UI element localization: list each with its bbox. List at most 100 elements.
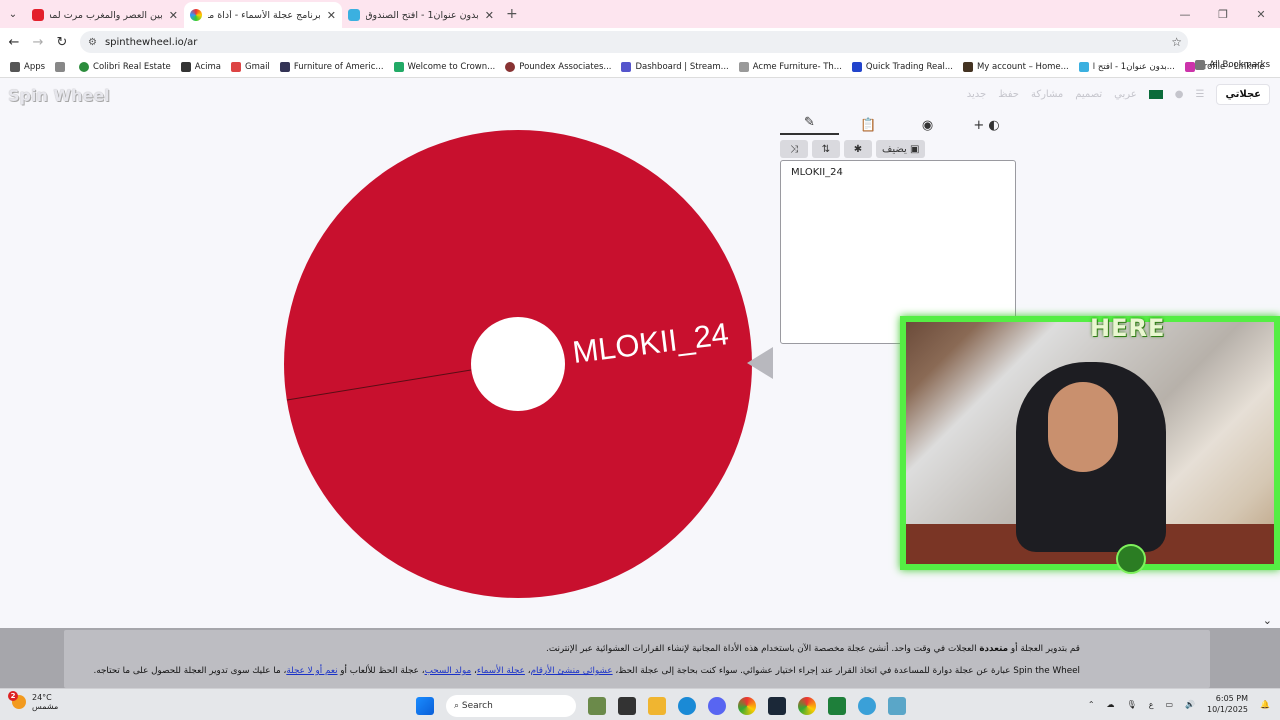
back-button[interactable]: ← [2, 35, 26, 50]
grid-icon[interactable] [55, 61, 69, 72]
network-icon[interactable]: ▭ [1165, 700, 1173, 709]
tray-overflow-icon[interactable]: ⌃ [1088, 700, 1095, 709]
nav-design[interactable]: تصميم [1075, 89, 1102, 100]
browser-tab-strip: ⌄ بين العصر والمغرب مرت لمه خيال ✕ برنام… [0, 0, 1280, 28]
bookmark-item[interactable]: Poundex Associates... [505, 61, 611, 72]
tab-3[interactable]: بدون عنوان1 - افتح الصندوق ✕ [342, 2, 500, 28]
avatar[interactable]: ● [1175, 89, 1184, 100]
tab-search-button[interactable]: ⌄ [0, 0, 26, 28]
notification-bell-icon[interactable]: 🔔 [1260, 700, 1270, 709]
widgets-icon[interactable] [588, 697, 606, 715]
tab-1[interactable]: بين العصر والمغرب مرت لمه خيال ✕ [26, 2, 184, 28]
link-name-wheel[interactable]: عجلة الأسماء [477, 666, 525, 676]
bookmark-item[interactable]: Quick Trading Real... [851, 61, 953, 72]
collapse-chevron-icon[interactable]: ⌄ [1263, 614, 1272, 627]
clock[interactable]: 6:05 PM 10/1/2025 [1207, 693, 1248, 715]
wheel-pointer-arrow [747, 347, 773, 379]
steam-icon[interactable] [768, 697, 786, 715]
footer-area: قم بتدوير العجلة أو متعددة العجلات في وق… [0, 628, 1280, 688]
close-tab-icon[interactable]: ✕ [169, 9, 178, 22]
input-language[interactable]: ع [1149, 700, 1154, 709]
link-random-number[interactable]: عشوائي منشئ الأرقام [531, 666, 613, 676]
menu-icon[interactable]: ☰ [1196, 89, 1205, 100]
streamer-badge-icon [1116, 544, 1146, 574]
bookmark-item[interactable]: Furniture of Americ... [279, 61, 384, 72]
site-logo[interactable]: Spin Wheel [8, 86, 110, 105]
saudi-flag-icon[interactable] [1148, 90, 1163, 99]
chrome-profile-icon[interactable] [798, 697, 816, 715]
bookmark-item[interactable]: Acima [180, 61, 221, 72]
description-line-2: Spin the Wheel عبارة عن عجلة دوارة للمسا… [93, 666, 1080, 676]
close-window-button[interactable]: ✕ [1242, 0, 1280, 28]
new-tab-button[interactable]: + [506, 6, 518, 22]
close-tab-icon[interactable]: ✕ [485, 9, 494, 22]
here-overlay-text: HERE [1090, 314, 1166, 342]
weather-condition: مشمس [32, 702, 59, 711]
app-icon-3[interactable] [888, 697, 906, 715]
search-icon: ⌕ [454, 701, 462, 711]
all-bookmarks[interactable]: All Bookmarks [1195, 60, 1270, 70]
nav-new[interactable]: جديد [967, 89, 986, 100]
file-explorer-icon[interactable] [648, 697, 666, 715]
wheel-favicon-icon [190, 9, 202, 21]
reload-button[interactable]: ↻ [50, 35, 74, 50]
bookmark-star-icon[interactable]: ☆ [1171, 35, 1182, 49]
bookmark-item[interactable]: Dashboard | Stream... [621, 61, 729, 72]
bookmark-item[interactable]: My account – Home... [962, 61, 1069, 72]
nav-save[interactable]: حفظ [998, 89, 1019, 100]
app-icon-2[interactable] [858, 697, 876, 715]
nav-language[interactable]: عربي [1114, 89, 1137, 100]
forward-button[interactable]: → [26, 35, 50, 50]
address-bar-row: ← → ↻ ⚙ spinthewheel.io/ar ☆ ⧉ ⋮ [0, 28, 1280, 77]
bookmark-item[interactable]: Colibri Real Estate [79, 61, 171, 72]
bookmark-apps[interactable]: Apps [10, 61, 45, 72]
edit-pencil-icon[interactable]: ✎ [780, 115, 839, 135]
edge-icon[interactable] [678, 697, 696, 715]
webcam-overlay [900, 316, 1280, 570]
ai-button[interactable]: ✱ [844, 140, 872, 158]
sort-button[interactable]: ⇅ [812, 140, 840, 158]
webcam-video [906, 322, 1274, 564]
bookmark-item[interactable]: Welcome to Crown... [393, 61, 495, 72]
tab-title: بدون عنوان1 - افتح الصندوق [366, 9, 479, 21]
site-info-icon[interactable]: ⚙ [88, 37, 97, 48]
tab-title: بين العصر والمغرب مرت لمه خيال [50, 9, 163, 21]
bookmark-item[interactable]: Gmail [231, 61, 270, 72]
chrome-icon[interactable] [738, 697, 756, 715]
minimize-button[interactable]: — [1166, 0, 1204, 28]
description-box: قم بتدوير العجلة أو متعددة العجلات في وق… [64, 630, 1210, 688]
wheel-center-hub[interactable] [471, 317, 565, 411]
task-view-icon[interactable] [618, 697, 636, 715]
site-top-nav: عجلاتي ☰ ● عربي تصميم مشاركة حفظ جديد [955, 84, 1270, 105]
bookmarks-bar: Apps Colibri Real Estate Acima Gmail Fur… [0, 56, 1280, 78]
bookmark-item[interactable]: Acme Furniture- Th... [738, 61, 842, 72]
bookmark-item[interactable]: بدون عنوان1 - افتح ا... [1078, 61, 1175, 72]
shuffle-button[interactable]: ⤨ [780, 140, 808, 158]
add-color-icon[interactable]: + ◐ [957, 118, 1016, 133]
maximize-button[interactable]: ❐ [1204, 0, 1242, 28]
tab-title: برنامج عجلة الأسماء - أداة مخصصة [208, 9, 321, 21]
streamer-face [1048, 382, 1118, 472]
hide-eye-icon[interactable]: ◉ [898, 118, 957, 133]
sun-icon: 2 [8, 691, 26, 709]
nav-share[interactable]: مشاركة [1031, 89, 1063, 100]
spin-wheel[interactable]: MLOKII_24 [284, 130, 752, 598]
notification-badge: 2 [8, 691, 18, 701]
app-icon[interactable] [828, 697, 846, 715]
url-text: spinthewheel.io/ar [104, 36, 198, 48]
onedrive-icon[interactable]: ☁ [1107, 700, 1115, 709]
windows-start-icon[interactable] [416, 697, 434, 715]
clipboard-icon[interactable]: 📋 [839, 118, 898, 133]
tab-2-active[interactable]: برنامج عجلة الأسماء - أداة مخصصة ✕ [184, 2, 342, 28]
weather-widget[interactable]: 2 24°C مشمس [8, 691, 59, 711]
add-image-button[interactable]: يضيف ▣ [876, 140, 926, 158]
taskbar-search[interactable]: ⌕ Search [446, 695, 576, 717]
my-wheels-button[interactable]: عجلاتي [1216, 84, 1270, 105]
link-yes-no-wheel[interactable]: نعم أو لا عجلة [286, 666, 337, 676]
link-draw-generator[interactable]: مولد السحب [425, 666, 472, 676]
discord-icon[interactable] [708, 697, 726, 715]
volume-icon[interactable]: 🔊 [1185, 700, 1195, 709]
close-tab-icon[interactable]: ✕ [327, 9, 336, 22]
omnibox[interactable]: ⚙ spinthewheel.io/ar ☆ [80, 31, 1188, 53]
microphone-icon[interactable]: 🎙 [1127, 700, 1137, 709]
